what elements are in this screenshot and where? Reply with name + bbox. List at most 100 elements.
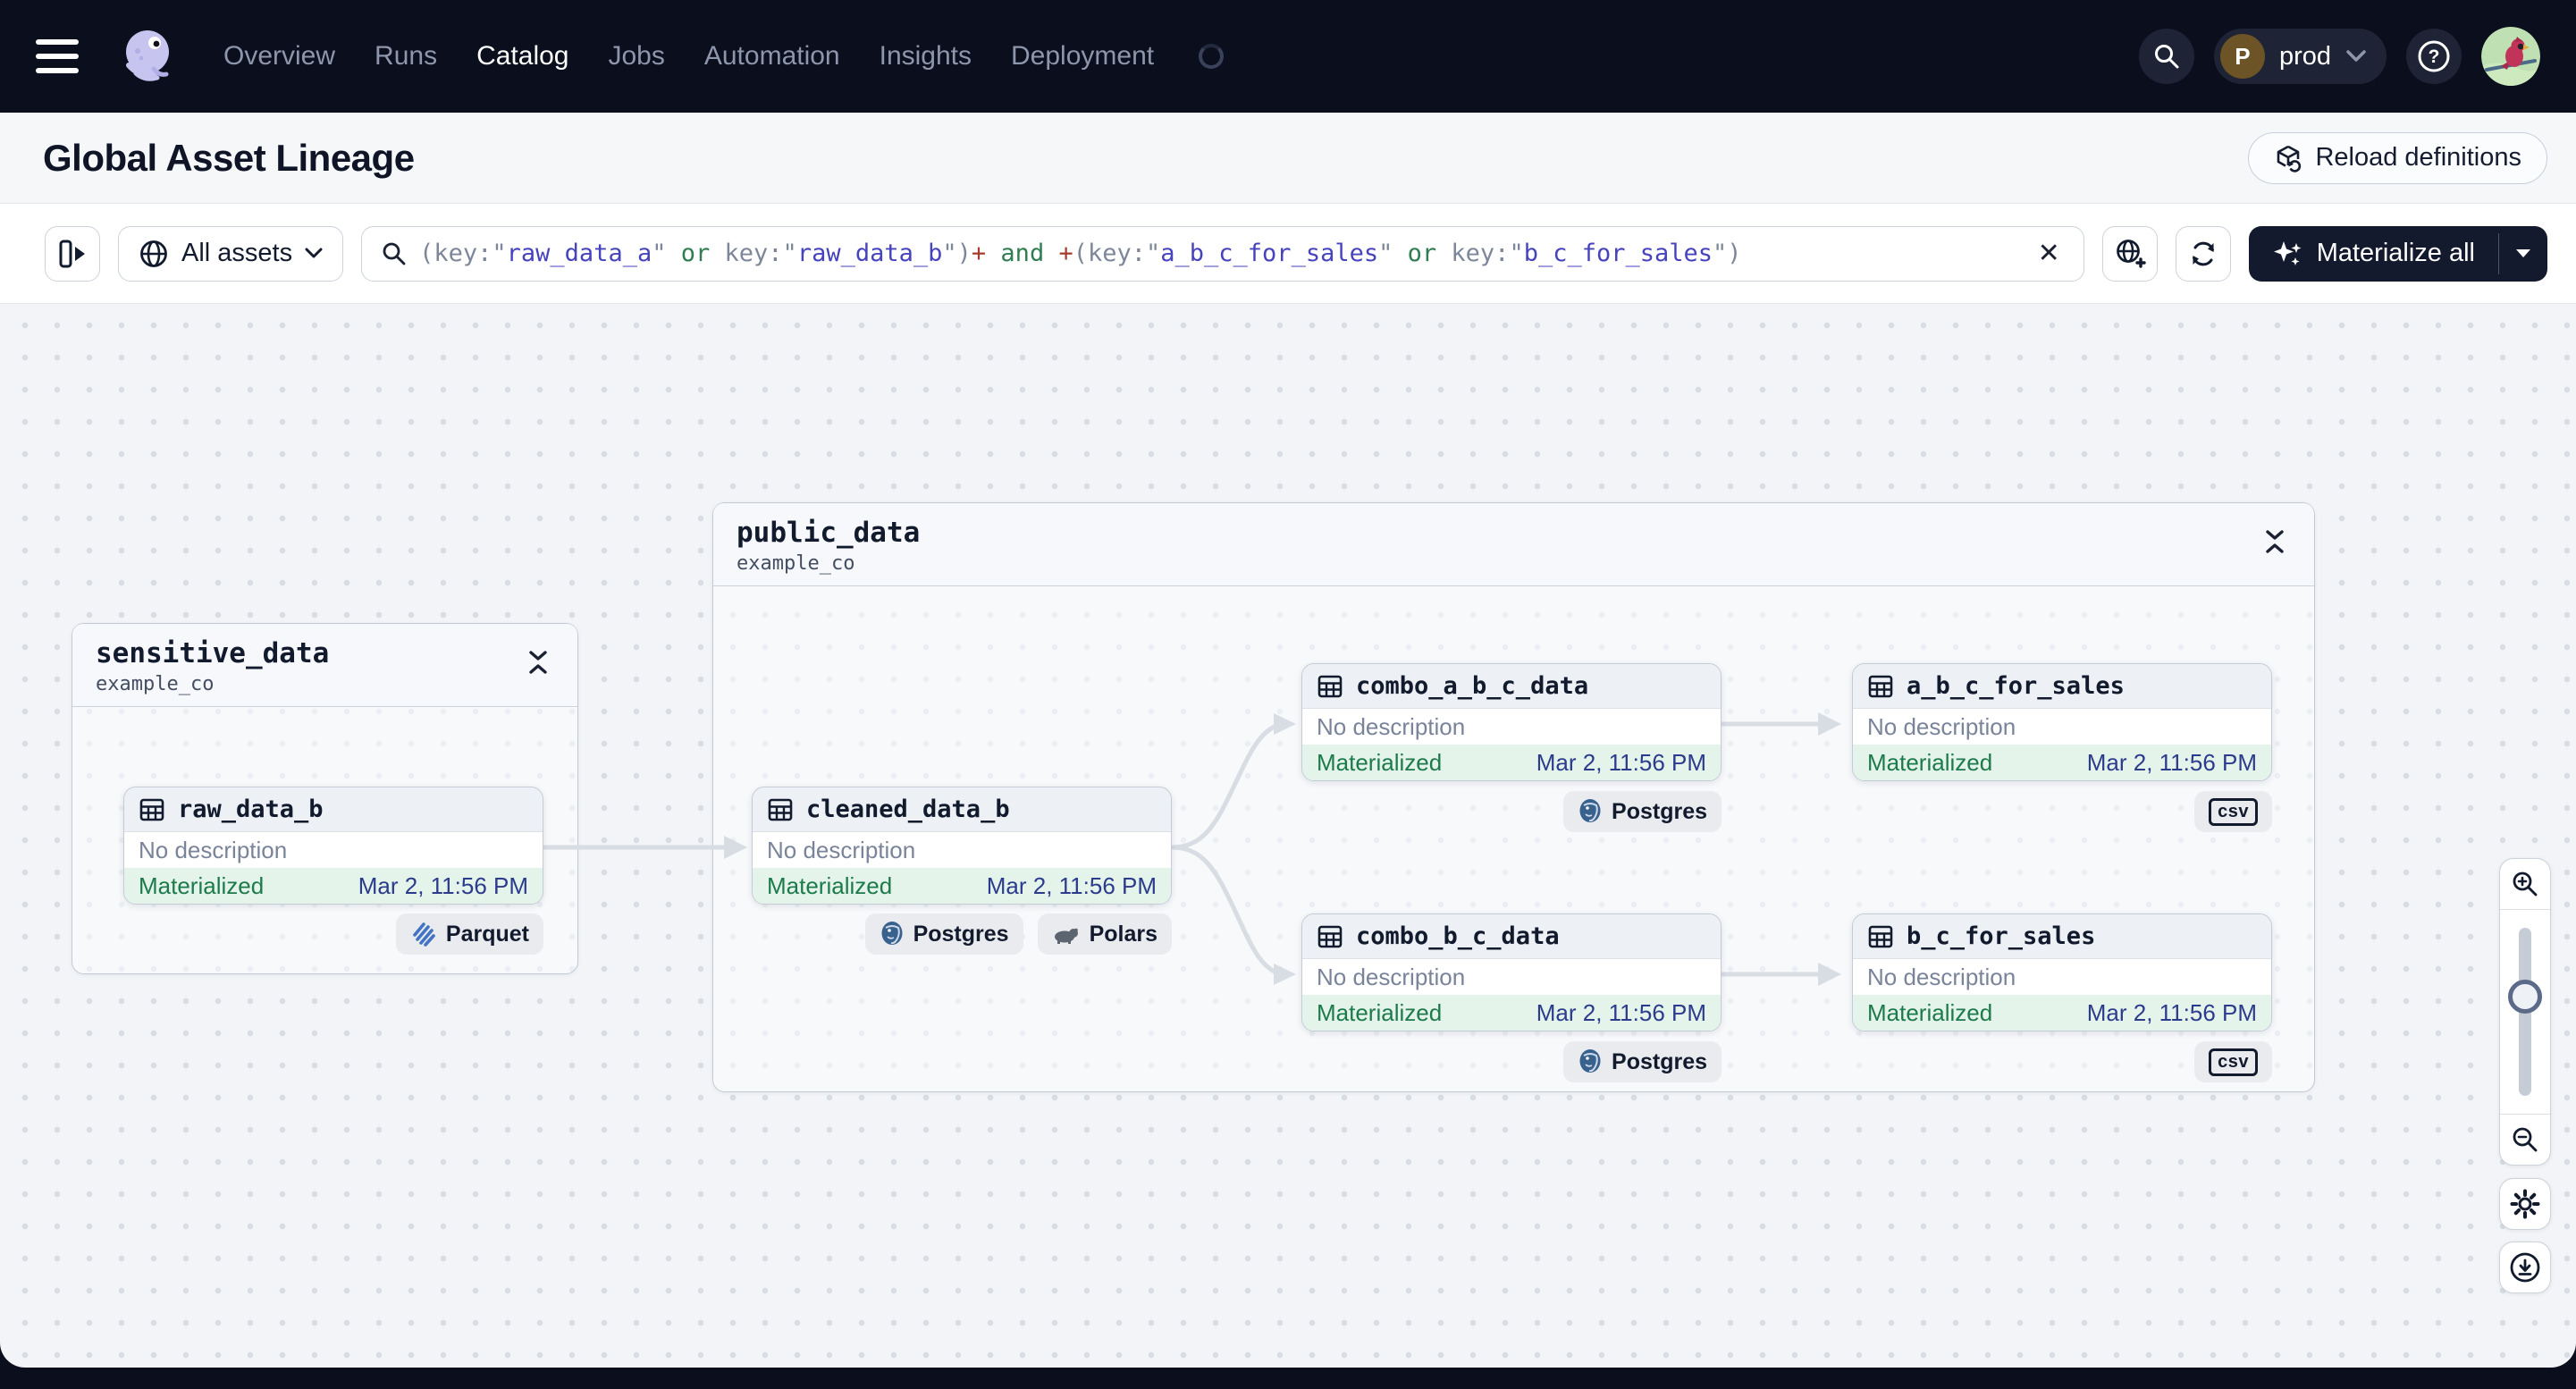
- asset-status-row: Materialized Mar 2, 11:56 PM: [124, 868, 543, 904]
- asset-scope-dropdown[interactable]: All assets: [118, 225, 344, 282]
- gear-icon: [2510, 1189, 2540, 1219]
- collapse-vertical-icon: [2266, 530, 2284, 553]
- tag-parquet[interactable]: Parquet: [395, 913, 543, 955]
- asset-lineage-canvas[interactable]: sensitive_data example_co public_data ex…: [0, 304, 2576, 1368]
- materialization-timestamp: Mar 2, 11:56 PM: [2086, 998, 2257, 1026]
- reload-definitions-button[interactable]: Reload definitions: [2248, 131, 2547, 184]
- reload-definitions-icon: [2277, 145, 2302, 173]
- asset-description: No description: [124, 832, 543, 868]
- zoom-slider-knob[interactable]: [2508, 980, 2542, 1014]
- nav-item-catalog[interactable]: Catalog: [476, 41, 568, 72]
- download-graph-button[interactable]: [2499, 1242, 2551, 1293]
- page-header: Global Asset Lineage Reload definitions: [0, 113, 2576, 204]
- asset-node-header: a_b_c_for_sales: [1853, 664, 2271, 709]
- search-query-text: (key:"raw_data_a" or key:"raw_data_b")+ …: [419, 240, 1742, 267]
- asset-status-row: Materialized Mar 2, 11:56 PM: [1302, 745, 1721, 780]
- panel-expand-icon: [59, 240, 85, 267]
- nav-item-insights[interactable]: Insights: [880, 41, 972, 72]
- menu-icon[interactable]: [36, 39, 79, 73]
- nav-item-deployment[interactable]: Deployment: [1011, 41, 1154, 72]
- asset-tags-row: Postgres: [1301, 1041, 1722, 1082]
- asset-node-a-b-c-for-sales[interactable]: a_b_c_for_sales No description Materiali…: [1852, 663, 2272, 781]
- tag-label: Polars: [1089, 921, 1158, 947]
- postgres-icon: [1579, 799, 1601, 822]
- asset-node-header: combo_b_c_data: [1302, 914, 1721, 959]
- refresh-icon: [2192, 241, 2214, 265]
- tag-postgres[interactable]: Postgres: [1563, 1041, 1722, 1082]
- group-header[interactable]: public_data example_co: [713, 503, 2314, 586]
- chevron-down-icon: [305, 248, 323, 258]
- status-badge: Materialized: [1317, 748, 1443, 776]
- asset-tags-row: csv: [1852, 1041, 2272, 1082]
- zoom-out-button[interactable]: [2500, 1115, 2550, 1165]
- tag-postgres[interactable]: Postgres: [1563, 791, 1722, 832]
- dagster-logo-icon[interactable]: [114, 24, 179, 88]
- open-side-panel-button[interactable]: [45, 225, 100, 282]
- user-avatar[interactable]: [2481, 27, 2540, 86]
- asset-node-header: cleaned_data_b: [753, 787, 1171, 832]
- deployment-initial-badge: P: [2219, 34, 2265, 79]
- tag-postgres[interactable]: Postgres: [864, 913, 1023, 955]
- refresh-button[interactable]: [2175, 225, 2231, 282]
- collapse-group-button[interactable]: [2259, 524, 2291, 564]
- add-to-catalog-view-button[interactable]: [2101, 225, 2158, 282]
- zoom-slider[interactable]: [2500, 909, 2550, 1115]
- asset-node-b-c-for-sales[interactable]: b_c_for_sales No description Materialize…: [1852, 913, 2272, 1031]
- nav-item-automation[interactable]: Automation: [704, 41, 840, 72]
- graph-settings-button[interactable]: [2499, 1178, 2551, 1230]
- asset-node-combo-a-b-c-data[interactable]: combo_a_b_c_data No description Material…: [1301, 663, 1722, 781]
- sparkles-icon: [2273, 240, 2302, 265]
- asset-tags-row: Parquet: [123, 913, 543, 955]
- help-icon: ?: [2418, 40, 2450, 72]
- search-button[interactable]: [2138, 29, 2194, 84]
- collapse-vertical-icon: [529, 651, 547, 674]
- tag-label: Parquet: [445, 921, 529, 947]
- asset-scope-label: All assets: [181, 239, 293, 267]
- collapse-group-button[interactable]: [522, 644, 554, 685]
- reload-definitions-label: Reload definitions: [2315, 143, 2521, 172]
- help-button[interactable]: ?: [2406, 29, 2462, 84]
- materialization-timestamp: Mar 2, 11:56 PM: [986, 871, 1157, 899]
- parquet-icon: [413, 922, 435, 947]
- deployment-switcher[interactable]: P prod: [2213, 29, 2387, 84]
- asset-name: b_c_for_sales: [1907, 922, 2096, 950]
- group-title: sensitive_data: [96, 637, 330, 669]
- tag-csv[interactable]: csv: [2194, 791, 2272, 832]
- asset-node-cleaned-data-b[interactable]: cleaned_data_b No description Materializ…: [752, 787, 1172, 905]
- clear-search-button[interactable]: ✕: [2034, 238, 2064, 269]
- nav-links: Overview Runs Catalog Jobs Automation In…: [223, 41, 1225, 72]
- materialize-options-button[interactable]: [2499, 226, 2547, 282]
- materialize-all-button[interactable]: Materialize all: [2248, 225, 2547, 282]
- materialization-timestamp: Mar 2, 11:56 PM: [358, 871, 528, 899]
- nav-item-runs[interactable]: Runs: [375, 41, 437, 72]
- status-badge: Materialized: [1317, 998, 1443, 1026]
- group-location: example_co: [96, 673, 215, 695]
- asset-name: cleaned_data_b: [806, 796, 1010, 823]
- zoom-in-button[interactable]: [2500, 859, 2550, 909]
- materialization-timestamp: Mar 2, 11:56 PM: [1536, 748, 1706, 776]
- asset-status-row: Materialized Mar 2, 11:56 PM: [1302, 995, 1721, 1031]
- tag-polars[interactable]: Polars: [1037, 913, 1172, 955]
- zoom-in-icon: [2513, 871, 2538, 897]
- postgres-icon: [881, 922, 903, 945]
- asset-search-input[interactable]: (key:"raw_data_a" or key:"raw_data_b")+ …: [361, 225, 2084, 282]
- download-icon: [2510, 1252, 2540, 1283]
- status-badge: Materialized: [1867, 748, 1993, 776]
- tag-csv[interactable]: csv: [2194, 1041, 2272, 1082]
- asset-tags-row: csv: [1852, 791, 2272, 832]
- group-title: public_data: [737, 517, 921, 549]
- nav-item-jobs[interactable]: Jobs: [608, 41, 664, 72]
- caret-down-icon: [2516, 249, 2530, 257]
- table-icon: [139, 798, 164, 821]
- table-icon: [768, 798, 793, 821]
- tag-label: Postgres: [1612, 1048, 1707, 1074]
- asset-node-combo-b-c-data[interactable]: combo_b_c_data No description Materializ…: [1301, 913, 1722, 1031]
- postgres-icon: [1579, 1049, 1601, 1073]
- asset-node-raw-data-b[interactable]: raw_data_b No description Materialized M…: [123, 787, 543, 905]
- filter-toolbar: All assets (key:"raw_data_a" or key:"raw…: [0, 204, 2576, 304]
- top-navbar: Overview Runs Catalog Jobs Automation In…: [0, 0, 2576, 113]
- group-header[interactable]: sensitive_data example_co: [72, 624, 577, 707]
- nav-item-overview[interactable]: Overview: [223, 41, 335, 72]
- materialize-all-main[interactable]: Materialize all: [2249, 226, 2498, 282]
- asset-name: combo_a_b_c_data: [1356, 672, 1589, 700]
